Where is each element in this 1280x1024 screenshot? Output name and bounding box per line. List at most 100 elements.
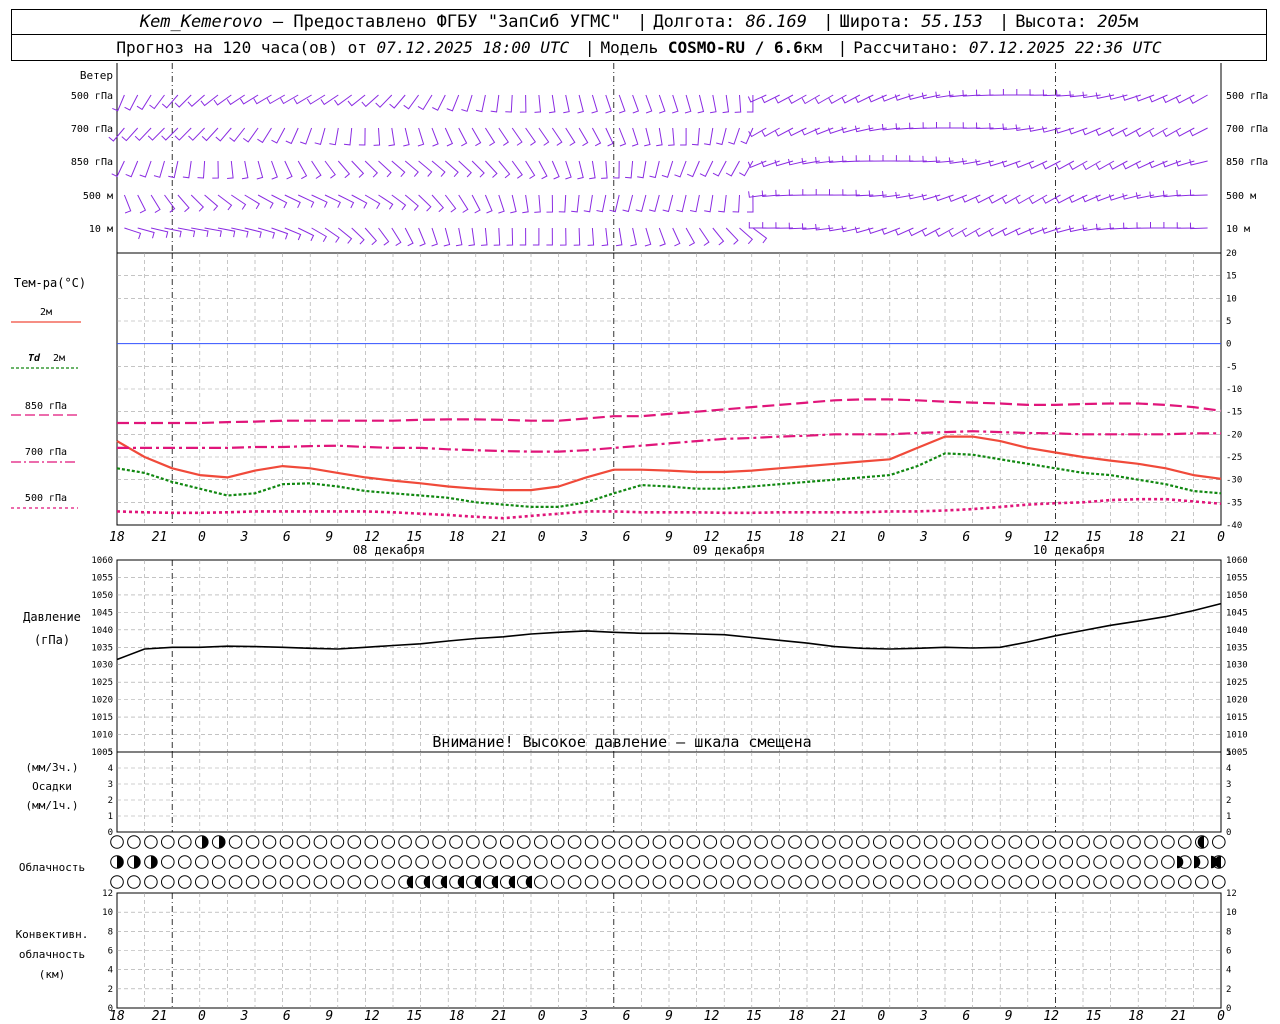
wind-barb xyxy=(1002,89,1021,96)
pressure-ytick-label-left: 1025 xyxy=(91,678,113,688)
cloud-symbol xyxy=(347,835,362,849)
cloud-symbol xyxy=(703,875,718,889)
time-tick-label: 9 xyxy=(665,530,673,545)
wind-level-label-right: 10 м xyxy=(1226,224,1250,235)
temp-ytick-label: 10 xyxy=(1226,294,1237,304)
time-tick-label: 18 xyxy=(1128,530,1144,545)
cloud-symbol xyxy=(957,875,972,889)
cloud-symbol xyxy=(1195,875,1209,889)
wind-barb xyxy=(718,194,727,213)
wind-barb xyxy=(417,94,433,111)
cloud-symbol xyxy=(873,835,887,849)
wind-barb xyxy=(637,160,647,179)
wind-barb xyxy=(174,94,192,108)
cloud-symbol xyxy=(652,875,667,889)
wind-barb xyxy=(311,160,322,179)
cloud-symbol xyxy=(517,835,531,849)
wind-barb xyxy=(622,194,634,213)
cloud-panel-title: Облачность xyxy=(19,861,85,874)
wind-barb xyxy=(690,194,700,213)
wind-barb xyxy=(1002,123,1021,131)
cloud-symbol xyxy=(873,875,887,889)
wind-barb xyxy=(480,227,488,246)
wind-barb xyxy=(1015,124,1034,131)
wind-barb xyxy=(190,194,205,212)
wind-level-label-right: 700 гПа xyxy=(1226,124,1268,135)
wind-barb xyxy=(311,227,327,242)
pressure-ytick-label-left: 1060 xyxy=(91,556,113,566)
cloud-symbol xyxy=(1093,855,1107,869)
cloud-symbol xyxy=(127,875,141,889)
cloud-symbol xyxy=(635,835,650,849)
cloud-symbol xyxy=(822,875,836,889)
cloud-symbol xyxy=(856,855,870,869)
wind-barb xyxy=(484,194,493,214)
wind-barb xyxy=(418,160,433,177)
wind-barb xyxy=(577,94,584,114)
cloud-symbol xyxy=(991,875,1006,889)
temp-ytick-label: -35 xyxy=(1226,498,1242,508)
time-tick-label: 6 xyxy=(623,530,631,545)
wind-barb xyxy=(511,127,523,146)
wind-barb xyxy=(739,227,754,245)
cloud-symbol xyxy=(618,875,633,889)
wind-barb xyxy=(168,160,179,179)
pressure-ytick-label-right: 1060 xyxy=(1226,556,1248,566)
wind-barb xyxy=(577,160,584,180)
cloud-symbol xyxy=(1042,875,1057,889)
time-tick-label: 6 xyxy=(962,530,970,545)
wind-barb xyxy=(498,194,505,214)
wind-barb xyxy=(444,160,459,178)
meteogram: Ветер Тем-ра(°C) 2м Td 2м 850 гПа 700 гП… xyxy=(11,63,1268,1024)
date-label: 09 декабря xyxy=(693,543,765,557)
cloud-symbol xyxy=(483,835,497,849)
wind-barb xyxy=(431,194,445,213)
wind-barb xyxy=(431,160,446,177)
cloud-symbol xyxy=(262,855,277,869)
wind-barb xyxy=(882,191,901,198)
wind-barb xyxy=(748,222,767,229)
cloud-symbol xyxy=(517,855,531,869)
wind-level-label-right: 500 гПа xyxy=(1226,91,1268,102)
temp-ytick-label: 20 xyxy=(1226,249,1237,259)
cloud-symbol xyxy=(432,835,446,849)
wind-barb xyxy=(591,127,602,147)
cloud-symbol xyxy=(1042,855,1057,869)
cloud-symbol xyxy=(1076,875,1090,889)
time-tick-label: 0 xyxy=(1217,530,1225,545)
wind-barb xyxy=(257,194,274,209)
cloud-symbol xyxy=(466,835,480,849)
legend-700-label: 700 гПа xyxy=(25,447,67,458)
wind-barb xyxy=(389,94,406,109)
pressure-ytick-label-right: 1045 xyxy=(1226,608,1248,618)
wind-barb xyxy=(725,160,740,177)
wind-barb xyxy=(1176,222,1195,229)
legend-500-label: 500 гПа xyxy=(25,493,67,504)
precip-ytick-label-left: 4 xyxy=(108,764,113,774)
wind-barb xyxy=(431,127,439,147)
cloud-symbol xyxy=(703,855,718,869)
legend-t2m-label: 2м xyxy=(40,307,52,318)
wind-barb xyxy=(471,194,481,214)
convective-ytick-label-right: 12 xyxy=(1226,889,1237,899)
wind-barb xyxy=(625,160,634,179)
cloud-symbol xyxy=(906,855,921,869)
wind-barb xyxy=(716,127,727,146)
cloud-symbol xyxy=(940,835,955,849)
wind-barb xyxy=(468,227,475,247)
cloud-symbol xyxy=(347,875,362,889)
wind-barb xyxy=(672,227,681,247)
wind-barb xyxy=(284,194,301,209)
time-tick-label: 0 xyxy=(198,1009,206,1024)
cloud-symbol xyxy=(296,855,311,869)
precip-ytick-label-left: 1 xyxy=(108,812,113,822)
wind-barb xyxy=(324,160,336,179)
wind-barb xyxy=(712,227,725,246)
pressure-ytick-label-left: 1030 xyxy=(91,661,113,671)
time-tick-label: 0 xyxy=(877,1009,885,1024)
wind-barb xyxy=(124,94,139,111)
wind-barb xyxy=(458,127,468,147)
time-tick-label: 21 xyxy=(831,530,847,545)
wind-barb xyxy=(364,227,378,246)
time-tick-label: 9 xyxy=(665,1009,673,1024)
